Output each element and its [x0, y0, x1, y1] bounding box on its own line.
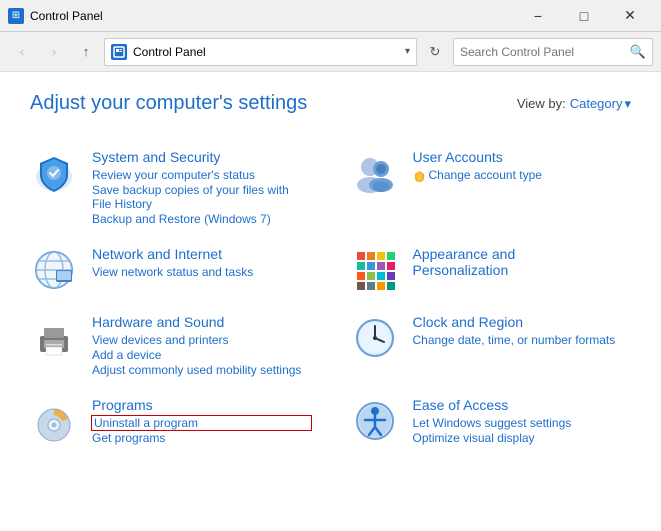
category-system-security: System and Security Review your computer…	[30, 139, 311, 236]
programs-icon	[30, 397, 78, 445]
system-security-title[interactable]: System and Security	[92, 149, 311, 165]
page-header: Adjust your computer's settings View by:…	[30, 92, 631, 115]
view-devices-link[interactable]: View devices and printers	[92, 333, 311, 347]
network-icon	[30, 246, 78, 294]
close-button[interactable]: ✕	[607, 0, 653, 32]
system-security-links: Review your computer's status Save backu…	[92, 168, 311, 226]
hardware-content: Hardware and Sound View devices and prin…	[92, 314, 311, 377]
view-by-label: View by:	[517, 96, 566, 111]
change-account-type-link[interactable]: Change account type	[429, 168, 542, 182]
review-computer-status-link[interactable]: Review your computer's status	[92, 168, 311, 182]
category-appearance: Appearance andPersonalization	[351, 236, 632, 304]
search-button[interactable]: 🔍	[630, 44, 646, 60]
backup-restore-link[interactable]: Backup and Restore (Windows 7)	[92, 212, 311, 226]
save-backup-link[interactable]: Save backup copies of your files with Fi…	[92, 183, 311, 211]
network-links: View network status and tasks	[92, 265, 311, 279]
view-by-control: View by: Category ▾	[517, 96, 631, 112]
address-bar[interactable]: Control Panel ▾	[104, 38, 417, 66]
add-device-link[interactable]: Add a device	[92, 348, 311, 362]
clock-title[interactable]: Clock and Region	[413, 314, 632, 330]
hardware-icon	[30, 314, 78, 362]
category-network: Network and Internet View network status…	[30, 236, 311, 304]
search-bar[interactable]: 🔍	[453, 38, 653, 66]
main-content: Adjust your computer's settings View by:…	[0, 72, 661, 531]
user-accounts-icon	[351, 149, 399, 197]
hardware-title[interactable]: Hardware and Sound	[92, 314, 311, 330]
category-programs: Programs Uninstall a program Get program…	[30, 387, 311, 455]
minimize-button[interactable]: −	[515, 0, 561, 32]
category-clock: Clock and Region Change date, time, or n…	[351, 304, 632, 387]
address-icon	[111, 44, 127, 60]
programs-title[interactable]: Programs	[92, 397, 311, 413]
title-bar: ⊞ Control Panel − □ ✕	[0, 0, 661, 32]
change-date-link[interactable]: Change date, time, or number formats	[413, 333, 632, 347]
programs-links: Uninstall a program Get programs	[92, 416, 311, 445]
network-title[interactable]: Network and Internet	[92, 246, 311, 262]
system-security-content: System and Security Review your computer…	[92, 149, 311, 226]
window-controls: − □ ✕	[515, 0, 653, 32]
ease-of-access-content: Ease of Access Let Windows suggest setti…	[413, 397, 632, 445]
uninstall-program-link[interactable]: Uninstall a program	[92, 416, 311, 430]
view-network-status-link[interactable]: View network status and tasks	[92, 265, 311, 279]
appearance-content: Appearance andPersonalization	[413, 246, 632, 281]
search-input[interactable]	[460, 45, 626, 59]
app-icon: ⊞	[8, 8, 24, 24]
ease-of-access-links: Let Windows suggest settings Optimize vi…	[413, 416, 632, 445]
windows-suggest-link[interactable]: Let Windows suggest settings	[413, 416, 632, 430]
category-hardware: Hardware and Sound View devices and prin…	[30, 304, 311, 387]
adjust-mobility-link[interactable]: Adjust commonly used mobility settings	[92, 363, 311, 377]
clock-icon	[351, 314, 399, 362]
forward-button[interactable]: ›	[40, 38, 68, 66]
maximize-button[interactable]: □	[561, 0, 607, 32]
up-button[interactable]: ↑	[72, 38, 100, 66]
refresh-button[interactable]: ↻	[421, 38, 449, 66]
user-accounts-title[interactable]: User Accounts	[413, 149, 632, 165]
hardware-links: View devices and printers Add a device A…	[92, 333, 311, 377]
programs-content: Programs Uninstall a program Get program…	[92, 397, 311, 445]
categories-grid: System and Security Review your computer…	[30, 139, 631, 455]
network-content: Network and Internet View network status…	[92, 246, 311, 279]
back-button[interactable]: ‹	[8, 38, 36, 66]
appearance-icon	[351, 246, 399, 294]
system-security-icon	[30, 149, 78, 197]
address-dropdown-button[interactable]: ▾	[405, 46, 410, 57]
page-title: Adjust your computer's settings	[30, 92, 307, 115]
view-by-dropdown[interactable]: Category ▾	[570, 96, 631, 112]
clock-links: Change date, time, or number formats	[413, 333, 632, 347]
window-title: Control Panel	[30, 9, 509, 23]
navigation-bar: ‹ › ↑ Control Panel ▾ ↻ 🔍	[0, 32, 661, 72]
get-programs-link[interactable]: Get programs	[92, 431, 311, 445]
category-user-accounts: User Accounts Change account type	[351, 139, 632, 236]
ease-of-access-title[interactable]: Ease of Access	[413, 397, 632, 413]
optimize-visual-link[interactable]: Optimize visual display	[413, 431, 632, 445]
user-accounts-links: Change account type	[413, 168, 632, 182]
category-ease-of-access: Ease of Access Let Windows suggest setti…	[351, 387, 632, 455]
user-accounts-content: User Accounts Change account type	[413, 149, 632, 182]
appearance-title[interactable]: Appearance andPersonalization	[413, 246, 632, 278]
ease-of-access-icon	[351, 397, 399, 445]
clock-content: Clock and Region Change date, time, or n…	[413, 314, 632, 347]
address-path: Control Panel	[133, 45, 399, 59]
